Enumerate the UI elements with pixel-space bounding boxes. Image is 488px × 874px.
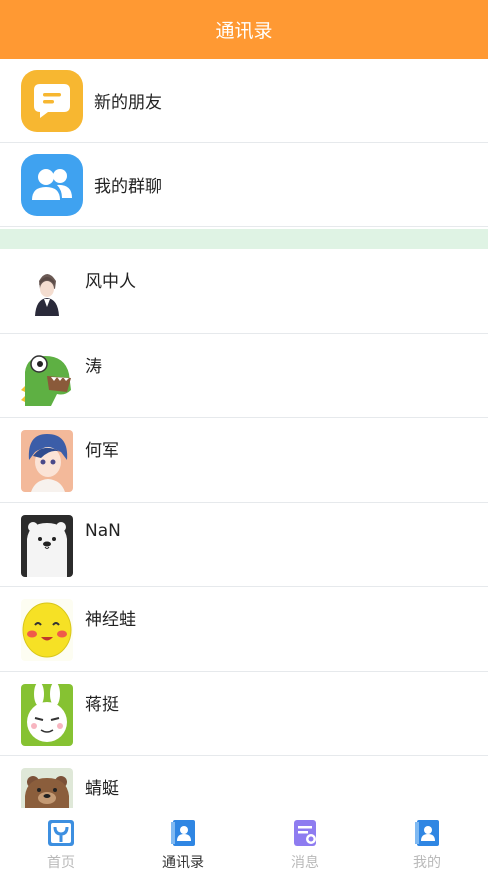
contact-item[interactable]: 神经蛙 — [0, 587, 488, 672]
contact-name: 蒋挺 — [85, 694, 119, 715]
contact-item[interactable]: 何军 — [0, 418, 488, 503]
rabbit-avatar — [21, 683, 73, 746]
message-icon — [294, 820, 316, 846]
tab-home-label: 首页 — [47, 855, 75, 871]
green-dinosaur-avatar — [21, 345, 73, 408]
anime-boy-avatar — [21, 261, 73, 323]
tab-contacts-label: 通讯录 — [162, 855, 204, 871]
contacts-page: 通讯录 新的朋友 我的群聊 风中人 涛 何军 NaN 神经蛙 蒋挺 蜻蜓 首页 … — [0, 0, 488, 874]
contact-item[interactable]: NaN — [0, 503, 488, 587]
contact-name: NaN — [85, 520, 121, 541]
tab-home[interactable]: 首页 — [0, 808, 122, 874]
new-friends-item[interactable]: 新的朋友 — [0, 59, 488, 143]
contact-name: 蜻蜓 — [85, 779, 119, 799]
tab-messages[interactable]: 消息 — [244, 808, 366, 874]
contacts-icon — [171, 820, 195, 846]
contact-item[interactable]: 涛 — [0, 334, 488, 418]
bottom-tab-bar: 首页 通讯录 消息 我的 — [0, 808, 488, 874]
tab-contacts[interactable]: 通讯录 — [122, 808, 244, 874]
contact-name: 何军 — [85, 441, 119, 461]
contact-name: 风中人 — [85, 272, 136, 292]
header-bar: 通讯录 — [0, 0, 488, 59]
my-groups-item[interactable]: 我的群聊 — [0, 143, 488, 227]
tab-profile-label: 我的 — [413, 855, 441, 871]
group-people-icon — [21, 153, 83, 216]
yellow-emoji-avatar — [21, 599, 73, 661]
contact-item[interactable]: 风中人 — [0, 249, 488, 334]
polar-bear-avatar — [21, 514, 73, 577]
contact-item[interactable]: 蒋挺 — [0, 672, 488, 756]
anime-blue-hair-avatar — [21, 430, 73, 492]
my-groups-label: 我的群聊 — [94, 177, 162, 197]
section-divider — [0, 229, 488, 249]
contact-name: 涛 — [85, 356, 102, 377]
tab-messages-label: 消息 — [291, 855, 319, 871]
contact-name: 神经蛙 — [85, 610, 136, 630]
tab-profile[interactable]: 我的 — [366, 808, 488, 874]
profile-icon — [415, 820, 439, 846]
new-friends-label: 新的朋友 — [94, 93, 162, 113]
chat-bubble-icon — [21, 69, 83, 132]
home-icon — [48, 820, 74, 846]
page-title: 通讯录 — [215, 20, 273, 42]
